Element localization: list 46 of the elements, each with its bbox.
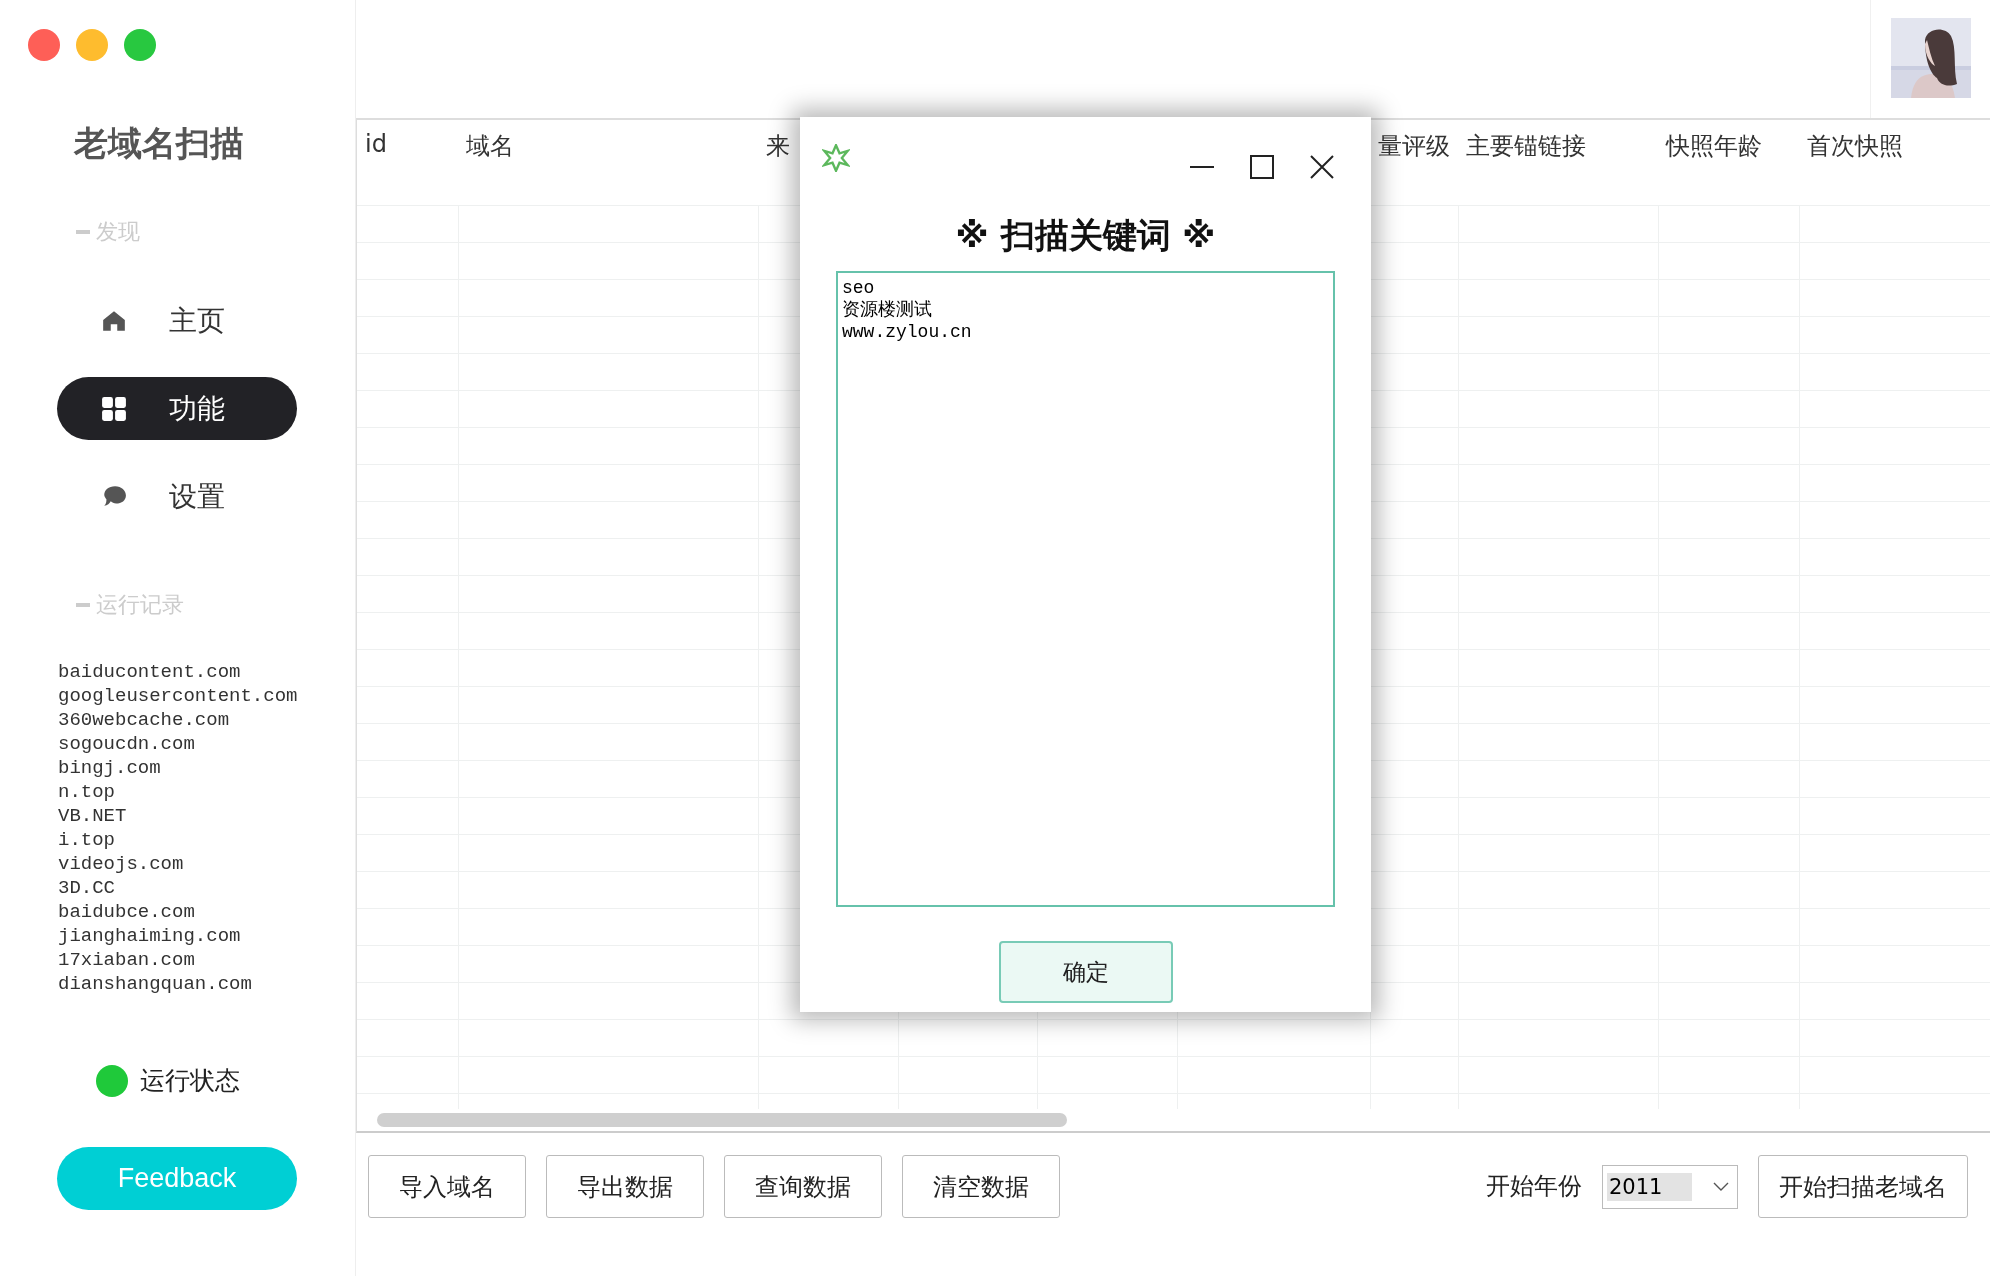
toolbar-button[interactable]: 导入域名: [368, 1155, 526, 1218]
log-entry: n.top: [58, 780, 116, 804]
log-entry: sogoucdn.com: [58, 732, 196, 756]
log-entry: dianshangquan.com: [58, 972, 253, 996]
app-title: 老域名扫描: [74, 122, 245, 165]
log-entry: bingj.com: [58, 756, 162, 780]
column-header: 快照年龄: [1666, 132, 1762, 160]
keywords-field[interactable]: seo 资源楼测试 www.zylou.cn: [836, 271, 1335, 907]
log-entry: VB.NET: [58, 804, 128, 828]
minimize-button[interactable]: [76, 29, 108, 61]
nav-item[interactable]: 功能: [57, 377, 297, 440]
column-header: 域名: [466, 132, 514, 160]
ok-button[interactable]: 确定: [998, 941, 1173, 1003]
star-icon: [822, 144, 850, 172]
toolbar-button[interactable]: 清空数据: [902, 1155, 1060, 1218]
dash-icon: [76, 230, 90, 234]
log-entry: i.top: [58, 828, 116, 852]
toolbar-button[interactable]: 导出数据: [546, 1155, 704, 1218]
column-header: 主要锚链接: [1466, 132, 1586, 160]
log-entry: jianghaiming.com: [58, 924, 242, 948]
column-header: id: [365, 130, 387, 158]
log-entry: 360webcache.com: [58, 708, 231, 732]
grid-icon: [101, 395, 127, 422]
year-label: 开始年份: [1486, 1171, 1582, 1202]
column-header: 首次快照: [1807, 132, 1903, 160]
year-select[interactable]: 2011: [1602, 1165, 1738, 1209]
log-entry: 17xiaban.com: [58, 948, 196, 972]
status-label: 运行状态: [140, 1065, 240, 1097]
dialog-title: ※ 扫描关键词 ※: [954, 214, 1217, 257]
nav-item[interactable]: 主页: [57, 289, 297, 352]
close-icon[interactable]: [1309, 154, 1335, 180]
close-button[interactable]: [28, 29, 60, 61]
maximize-icon[interactable]: [1249, 154, 1275, 180]
log-entry: baiducontent.com: [58, 660, 242, 684]
log-entry: baidubce.com: [58, 900, 196, 924]
dash-icon: [76, 603, 90, 607]
zoom-button[interactable]: [124, 29, 156, 61]
nav-item[interactable]: 设置: [57, 465, 297, 528]
column-header: 量评级: [1378, 132, 1450, 160]
log-entry: 3D.CC: [58, 876, 116, 900]
column-header: 来: [766, 132, 790, 160]
chevron-down-icon: [1713, 1182, 1729, 1192]
log-entry: videojs.com: [58, 852, 185, 876]
start-scan-button[interactable]: 开始扫描老域名: [1758, 1155, 1968, 1218]
toolbar-button[interactable]: 查询数据: [724, 1155, 882, 1218]
log-entry: googleusercontent.com: [58, 684, 299, 708]
